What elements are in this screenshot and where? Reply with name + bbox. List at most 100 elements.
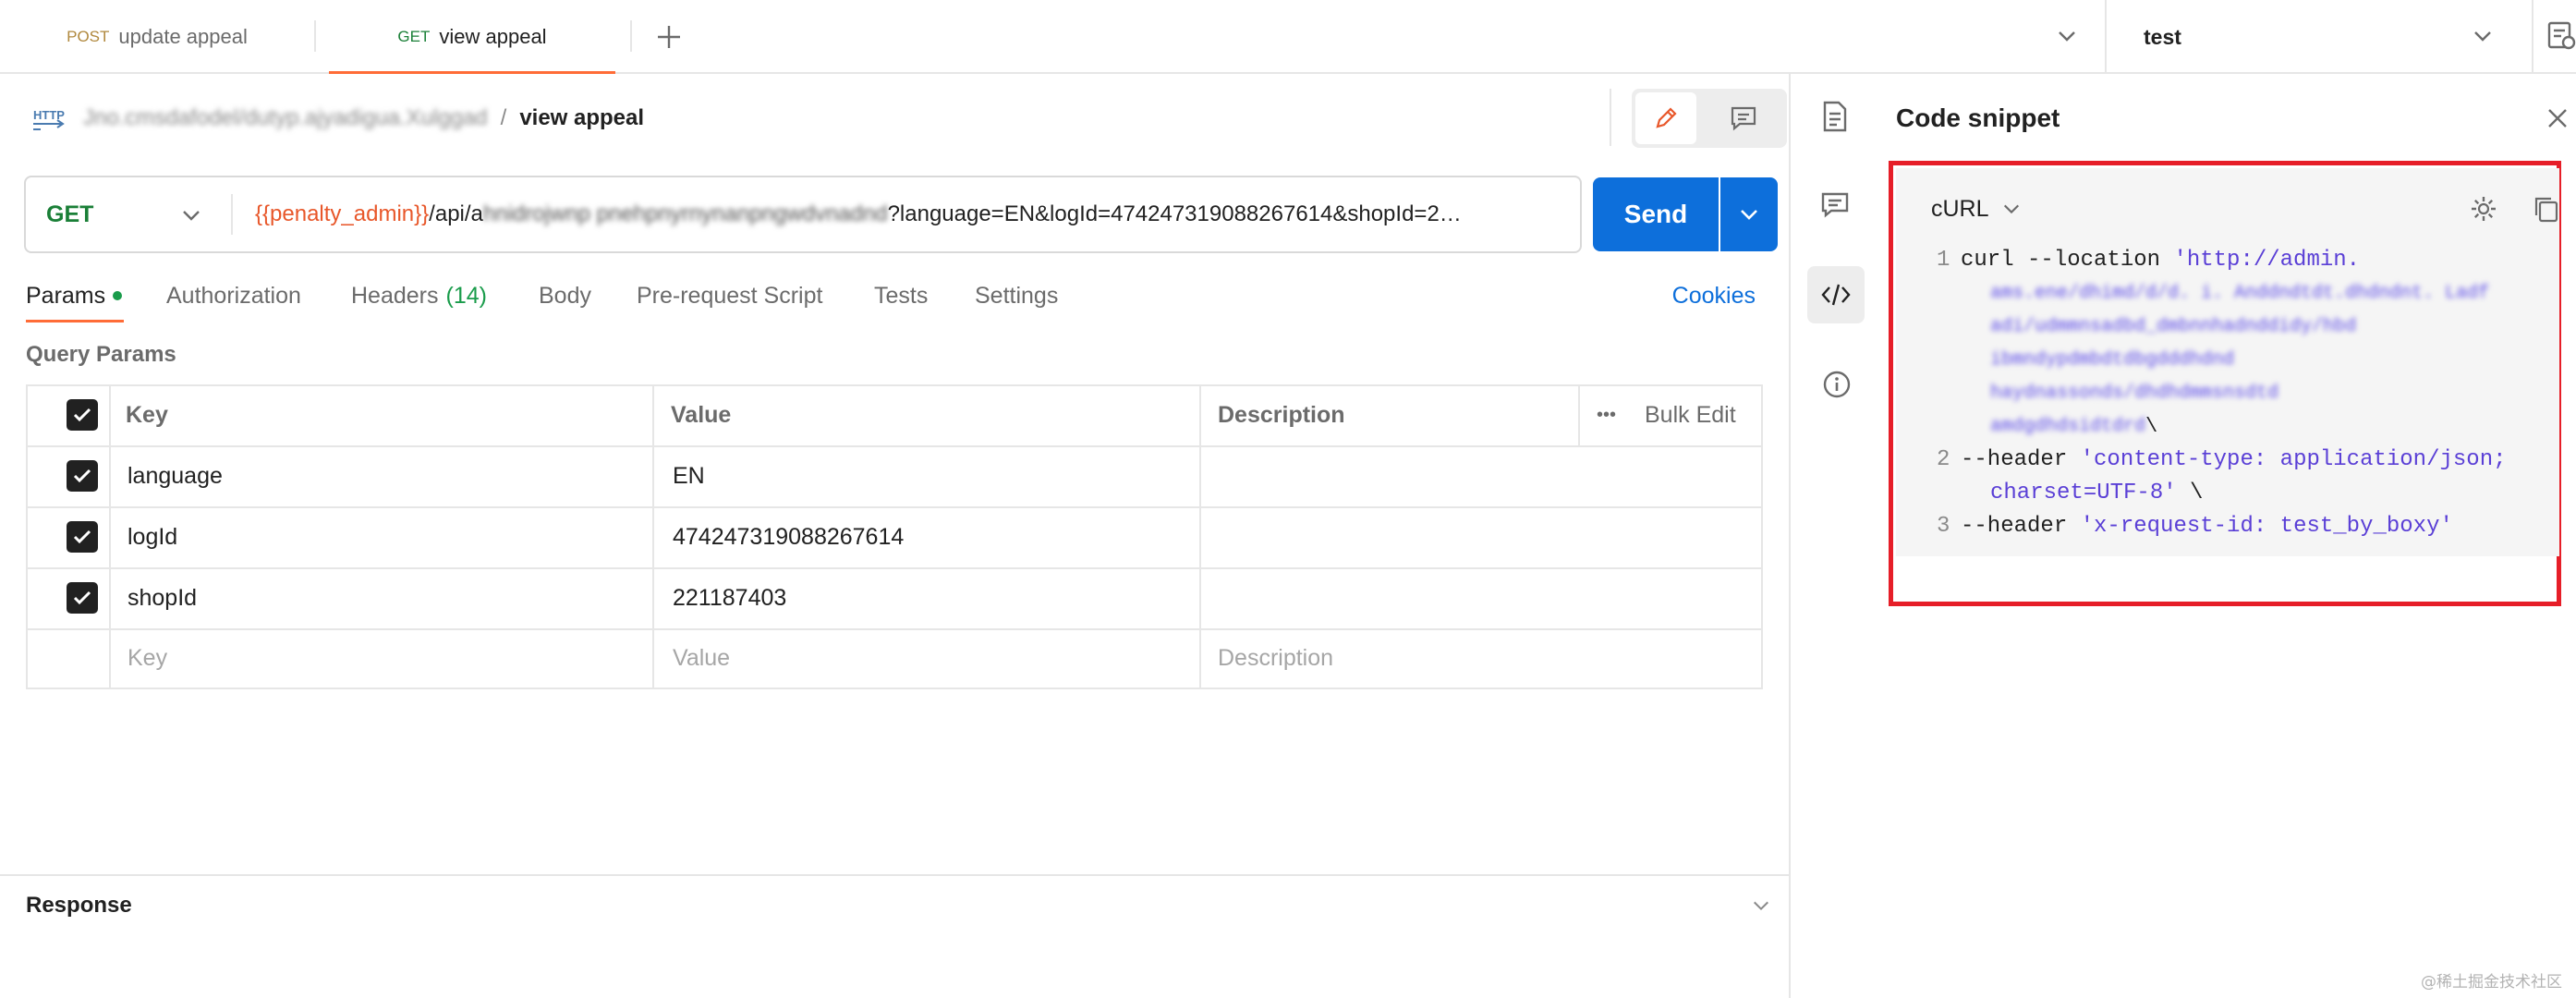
param-key[interactable]: logId	[128, 506, 177, 567]
code-url-obscured: ams.ene/dhimd/d/d. i. Anddndtdt.dhdndnt.…	[1937, 277, 2546, 444]
tab-pre-request-script[interactable]: Pre-request Script	[637, 277, 822, 314]
obscured-line: adi/udmmnsadbd_dmbnnhadnddidy/hbd	[1990, 316, 2357, 337]
url-bar: GET {{penalty_admin}} /api/a hnidrojwnp …	[24, 176, 1582, 253]
row-checkbox[interactable]	[67, 582, 98, 614]
pencil-icon	[1656, 107, 1677, 128]
settings-gear-icon[interactable]	[2469, 194, 2498, 224]
url-query: ?language=EN&logId=474247319088267614&sh…	[887, 201, 1462, 226]
param-value[interactable]: 474247319088267614	[673, 506, 904, 567]
tab-params[interactable]: Params	[26, 277, 123, 314]
code-line-3: 3 --header 'x-request-id: test_by_boxy'	[1937, 510, 2546, 543]
code-line-1: 1 curl --location 'http://admin.	[1937, 244, 2546, 277]
param-key[interactable]: shopId	[128, 567, 197, 628]
tab-tests[interactable]: Tests	[874, 277, 928, 314]
documentation-icon[interactable]	[1820, 100, 1850, 133]
new-description-input[interactable]: Description	[1218, 628, 1333, 688]
params-active-dot	[113, 291, 123, 300]
tab-settings-label: Settings	[975, 282, 1059, 309]
active-tab-underline	[26, 320, 124, 323]
tab-view-appeal[interactable]: GET view appeal	[329, 0, 615, 74]
tab-authorization-label: Authorization	[166, 282, 301, 309]
tab-divider	[314, 20, 316, 52]
table-border	[1199, 384, 1201, 689]
params-table: Key Value Description ••• Bulk Edit lang…	[26, 384, 1763, 689]
chevron-down-icon	[1741, 210, 1757, 220]
code-line-2-continued: charset=UTF-8' \	[1937, 477, 2546, 510]
collection-name-obscured[interactable]: Jno.cmsdafodel/dutyp.ajyadigua.Xulggad	[83, 105, 488, 131]
new-value-input[interactable]: Value	[673, 628, 730, 688]
tab-headers-label: Headers	[351, 282, 439, 309]
tab-body[interactable]: Body	[539, 277, 591, 314]
code-string: 'http://admin.	[2173, 248, 2361, 273]
table-border	[26, 445, 1763, 447]
query-params-title: Query Params	[26, 342, 176, 367]
column-header-value: Value	[671, 401, 732, 428]
tab-label: view appeal	[439, 25, 547, 48]
code-content[interactable]: 1 curl --location 'http://admin. ams.ene/…	[1937, 244, 2546, 543]
tab-tests-label: Tests	[874, 282, 929, 309]
row-checkbox[interactable]	[67, 521, 98, 553]
param-value[interactable]: EN	[673, 445, 705, 506]
table-border	[26, 628, 1763, 630]
send-label: Send	[1623, 200, 1688, 228]
chevron-down-icon	[2003, 204, 2019, 214]
row-checkbox[interactable]	[67, 460, 98, 492]
line-number: 2	[1937, 447, 1950, 472]
tab-authorization[interactable]: Authorization	[166, 277, 301, 314]
copy-icon[interactable]	[2532, 194, 2559, 224]
obscured-line: amdgdhdsidtdrd	[1990, 416, 2146, 437]
request-name[interactable]: view appeal	[519, 105, 644, 131]
tab-headers[interactable]: Headers (14)	[351, 277, 487, 314]
send-options-button[interactable]	[1720, 177, 1778, 251]
obscured-line: ibmndypdmbdtdbgdddhdnd	[1990, 349, 2235, 371]
code-snippet-title: Code snippet	[1896, 103, 2060, 132]
response-chevron-down-icon[interactable]	[1752, 896, 1770, 915]
url-input[interactable]: {{penalty_admin}} /api/a hnidrojwnp pneh…	[255, 177, 1576, 251]
headers-count: (14)	[445, 282, 487, 309]
environment-chevron-down-icon[interactable]	[2473, 26, 2493, 46]
language-label: cURL	[1931, 195, 1989, 222]
obscured-line-with-continuation: amdgdhdsidtdrd \	[1990, 410, 2546, 444]
comments-icon[interactable]	[1820, 190, 1850, 220]
tab-pre-request-label: Pre-request Script	[637, 282, 823, 309]
environment-quick-look-icon[interactable]	[2546, 20, 2576, 52]
breadcrumb: Jno.cmsdafodel/dutyp.ajyadigua.Xulggad /…	[83, 100, 644, 137]
language-selector[interactable]: cURL	[1931, 190, 2021, 227]
method-selector[interactable]: GET	[26, 177, 231, 251]
table-border	[1578, 384, 1580, 445]
comments-mode-button[interactable]	[1709, 92, 1778, 144]
line-continuation: \	[2176, 481, 2204, 505]
svg-text:HTTP: HTTP	[33, 108, 65, 122]
tabs-dropdown-chevron-down-icon[interactable]	[2057, 26, 2077, 46]
tab-settings[interactable]: Settings	[975, 277, 1058, 314]
code-snippet-button[interactable]	[1807, 266, 1865, 323]
environment-selector[interactable]: test	[2107, 0, 2513, 74]
table-border	[109, 384, 111, 689]
divider	[231, 194, 233, 235]
code-icon	[1821, 284, 1851, 306]
chevron-down-icon	[183, 211, 200, 221]
divider	[0, 874, 1789, 876]
tab-label: update appeal	[118, 25, 248, 48]
info-icon[interactable]	[1822, 370, 1852, 399]
cookies-link[interactable]: Cookies	[1663, 277, 1756, 314]
url-path: /api/a	[429, 201, 483, 226]
tab-method: GET	[397, 28, 431, 45]
view-mode-toggle	[1632, 89, 1787, 148]
new-key-input[interactable]: Key	[128, 628, 167, 688]
edit-mode-button[interactable]	[1635, 92, 1696, 144]
checkmark-icon	[73, 529, 91, 544]
column-header-key: Key	[126, 401, 168, 428]
more-options-icon[interactable]: •••	[1597, 384, 1616, 445]
close-icon[interactable]	[2545, 105, 2570, 131]
param-key[interactable]: language	[128, 445, 223, 506]
table-border	[26, 384, 1763, 386]
send-button[interactable]: Send	[1593, 177, 1719, 251]
param-value[interactable]: 221187403	[673, 567, 786, 628]
select-all-checkbox[interactable]	[67, 399, 98, 431]
new-tab-icon[interactable]	[654, 22, 684, 52]
tab-update-appeal[interactable]: POST update appeal	[0, 0, 314, 74]
table-border	[26, 688, 1763, 689]
bulk-edit-button[interactable]: Bulk Edit	[1645, 384, 1736, 445]
tab-method: POST	[67, 28, 110, 45]
